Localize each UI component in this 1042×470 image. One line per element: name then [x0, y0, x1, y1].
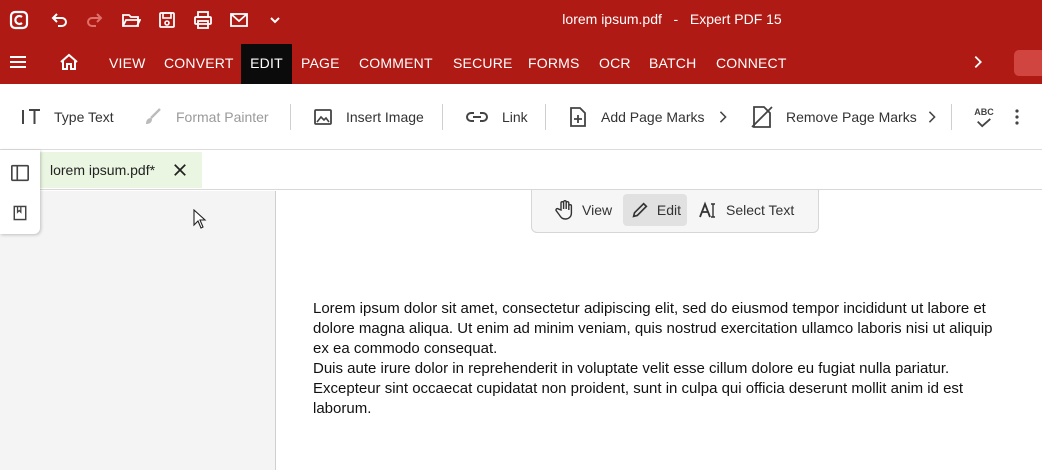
close-icon[interactable] [170, 160, 190, 180]
chevron-right-icon[interactable] [716, 108, 730, 126]
select-text-icon [698, 199, 720, 221]
title-bar: lorem ipsum.pdf - Expert PDF 15 [0, 0, 1042, 40]
text-line[interactable]: ex ea commodo consequat. [313, 339, 1042, 359]
select-text-mode-button[interactable]: Select Text [692, 194, 800, 226]
toolbar-separator [545, 104, 546, 130]
ribbon-tab-bar: VIEW CONVERT EDIT PAGE COMMENT SECURE FO… [0, 40, 1042, 84]
select-text-mode-label: Select Text [726, 202, 795, 218]
view-mode-label: View [582, 202, 613, 218]
insert-image-label: Insert Image [346, 109, 424, 125]
tab-comment[interactable]: COMMENT [355, 44, 437, 84]
text-line[interactable]: dolore magna aliqua. Ut enim ad minim ve… [313, 319, 1042, 339]
toolbar-separator [442, 104, 443, 130]
tab-edit[interactable]: EDIT [241, 44, 292, 84]
link-button[interactable]: Link [464, 84, 528, 150]
tab-ocr[interactable]: OCR [595, 44, 635, 84]
home-icon[interactable] [57, 50, 81, 74]
tab-convert[interactable]: CONVERT [160, 44, 238, 84]
link-label: Link [502, 109, 528, 125]
page-text[interactable]: Lorem ipsum dolor sit amet, consectetur … [313, 299, 1042, 419]
panel-toggle-icon[interactable] [8, 161, 32, 185]
document-tab-strip: lorem ipsum.pdf* [0, 150, 1042, 190]
tab-secure[interactable]: SECURE [449, 44, 517, 84]
hand-icon [554, 199, 576, 221]
spellcheck-button[interactable]: ABC [972, 84, 996, 150]
tab-batch[interactable]: BATCH [645, 44, 700, 84]
bookmark-icon[interactable] [8, 201, 32, 225]
mouse-cursor-icon [193, 208, 207, 229]
add-page-marks-button[interactable]: Add Page Marks [567, 84, 705, 150]
search-box[interactable] [1014, 50, 1042, 76]
type-text-button[interactable]: Type Text [20, 84, 114, 150]
remove-page-marks-label: Remove Page Marks [786, 109, 917, 125]
type-text-icon [20, 106, 42, 128]
mode-toolbar: View Edit Select Text [531, 190, 819, 233]
text-line[interactable]: Duis aute irure dolor in reprehenderit i… [313, 359, 1042, 379]
remove-page-marks-button[interactable]: Remove Page Marks [750, 84, 917, 150]
text-line[interactable]: laborum. [313, 399, 1042, 419]
text-line[interactable]: Lorem ipsum dolor sit amet, consectetur … [313, 299, 1042, 319]
tab-view[interactable]: VIEW [105, 44, 150, 84]
format-painter-label: Format Painter [176, 109, 269, 125]
pencil-icon [629, 199, 651, 221]
hamburger-menu-icon[interactable] [6, 50, 30, 74]
insert-image-button[interactable]: Insert Image [312, 84, 424, 150]
link-icon [464, 106, 490, 128]
toolbar-separator [951, 104, 952, 130]
brush-icon [142, 106, 164, 128]
spellcheck-icon: ABC [972, 107, 996, 128]
tab-connect[interactable]: CONNECT [712, 44, 791, 84]
add-page-icon [567, 106, 589, 128]
chevron-right-icon[interactable] [925, 108, 939, 126]
view-mode-button[interactable]: View [548, 194, 618, 226]
side-panel [0, 191, 276, 470]
image-icon [312, 106, 334, 128]
edit-toolbar: Type Text Format Painter Insert Image Li… [0, 84, 1042, 150]
format-painter-button[interactable]: Format Painter [142, 84, 269, 150]
edit-mode-button[interactable]: Edit [623, 194, 687, 226]
document-tab[interactable]: lorem ipsum.pdf* [40, 152, 202, 188]
add-page-marks-label: Add Page Marks [601, 109, 705, 125]
type-text-label: Type Text [54, 109, 114, 125]
tab-page[interactable]: PAGE [297, 44, 344, 84]
document-tab-label: lorem ipsum.pdf* [50, 162, 156, 178]
window-title: lorem ipsum.pdf - Expert PDF 15 [562, 11, 782, 27]
more-options-icon[interactable] [1010, 84, 1024, 150]
remove-page-icon [750, 105, 774, 129]
toolbar-separator [290, 104, 291, 130]
chevron-right-icon[interactable] [968, 52, 988, 72]
text-line[interactable]: Excepteur sint occaecat cupidatat non pr… [313, 379, 1042, 399]
side-panel-toolbar [0, 150, 40, 234]
edit-mode-label: Edit [656, 202, 681, 218]
tab-forms[interactable]: FORMS [524, 44, 584, 84]
